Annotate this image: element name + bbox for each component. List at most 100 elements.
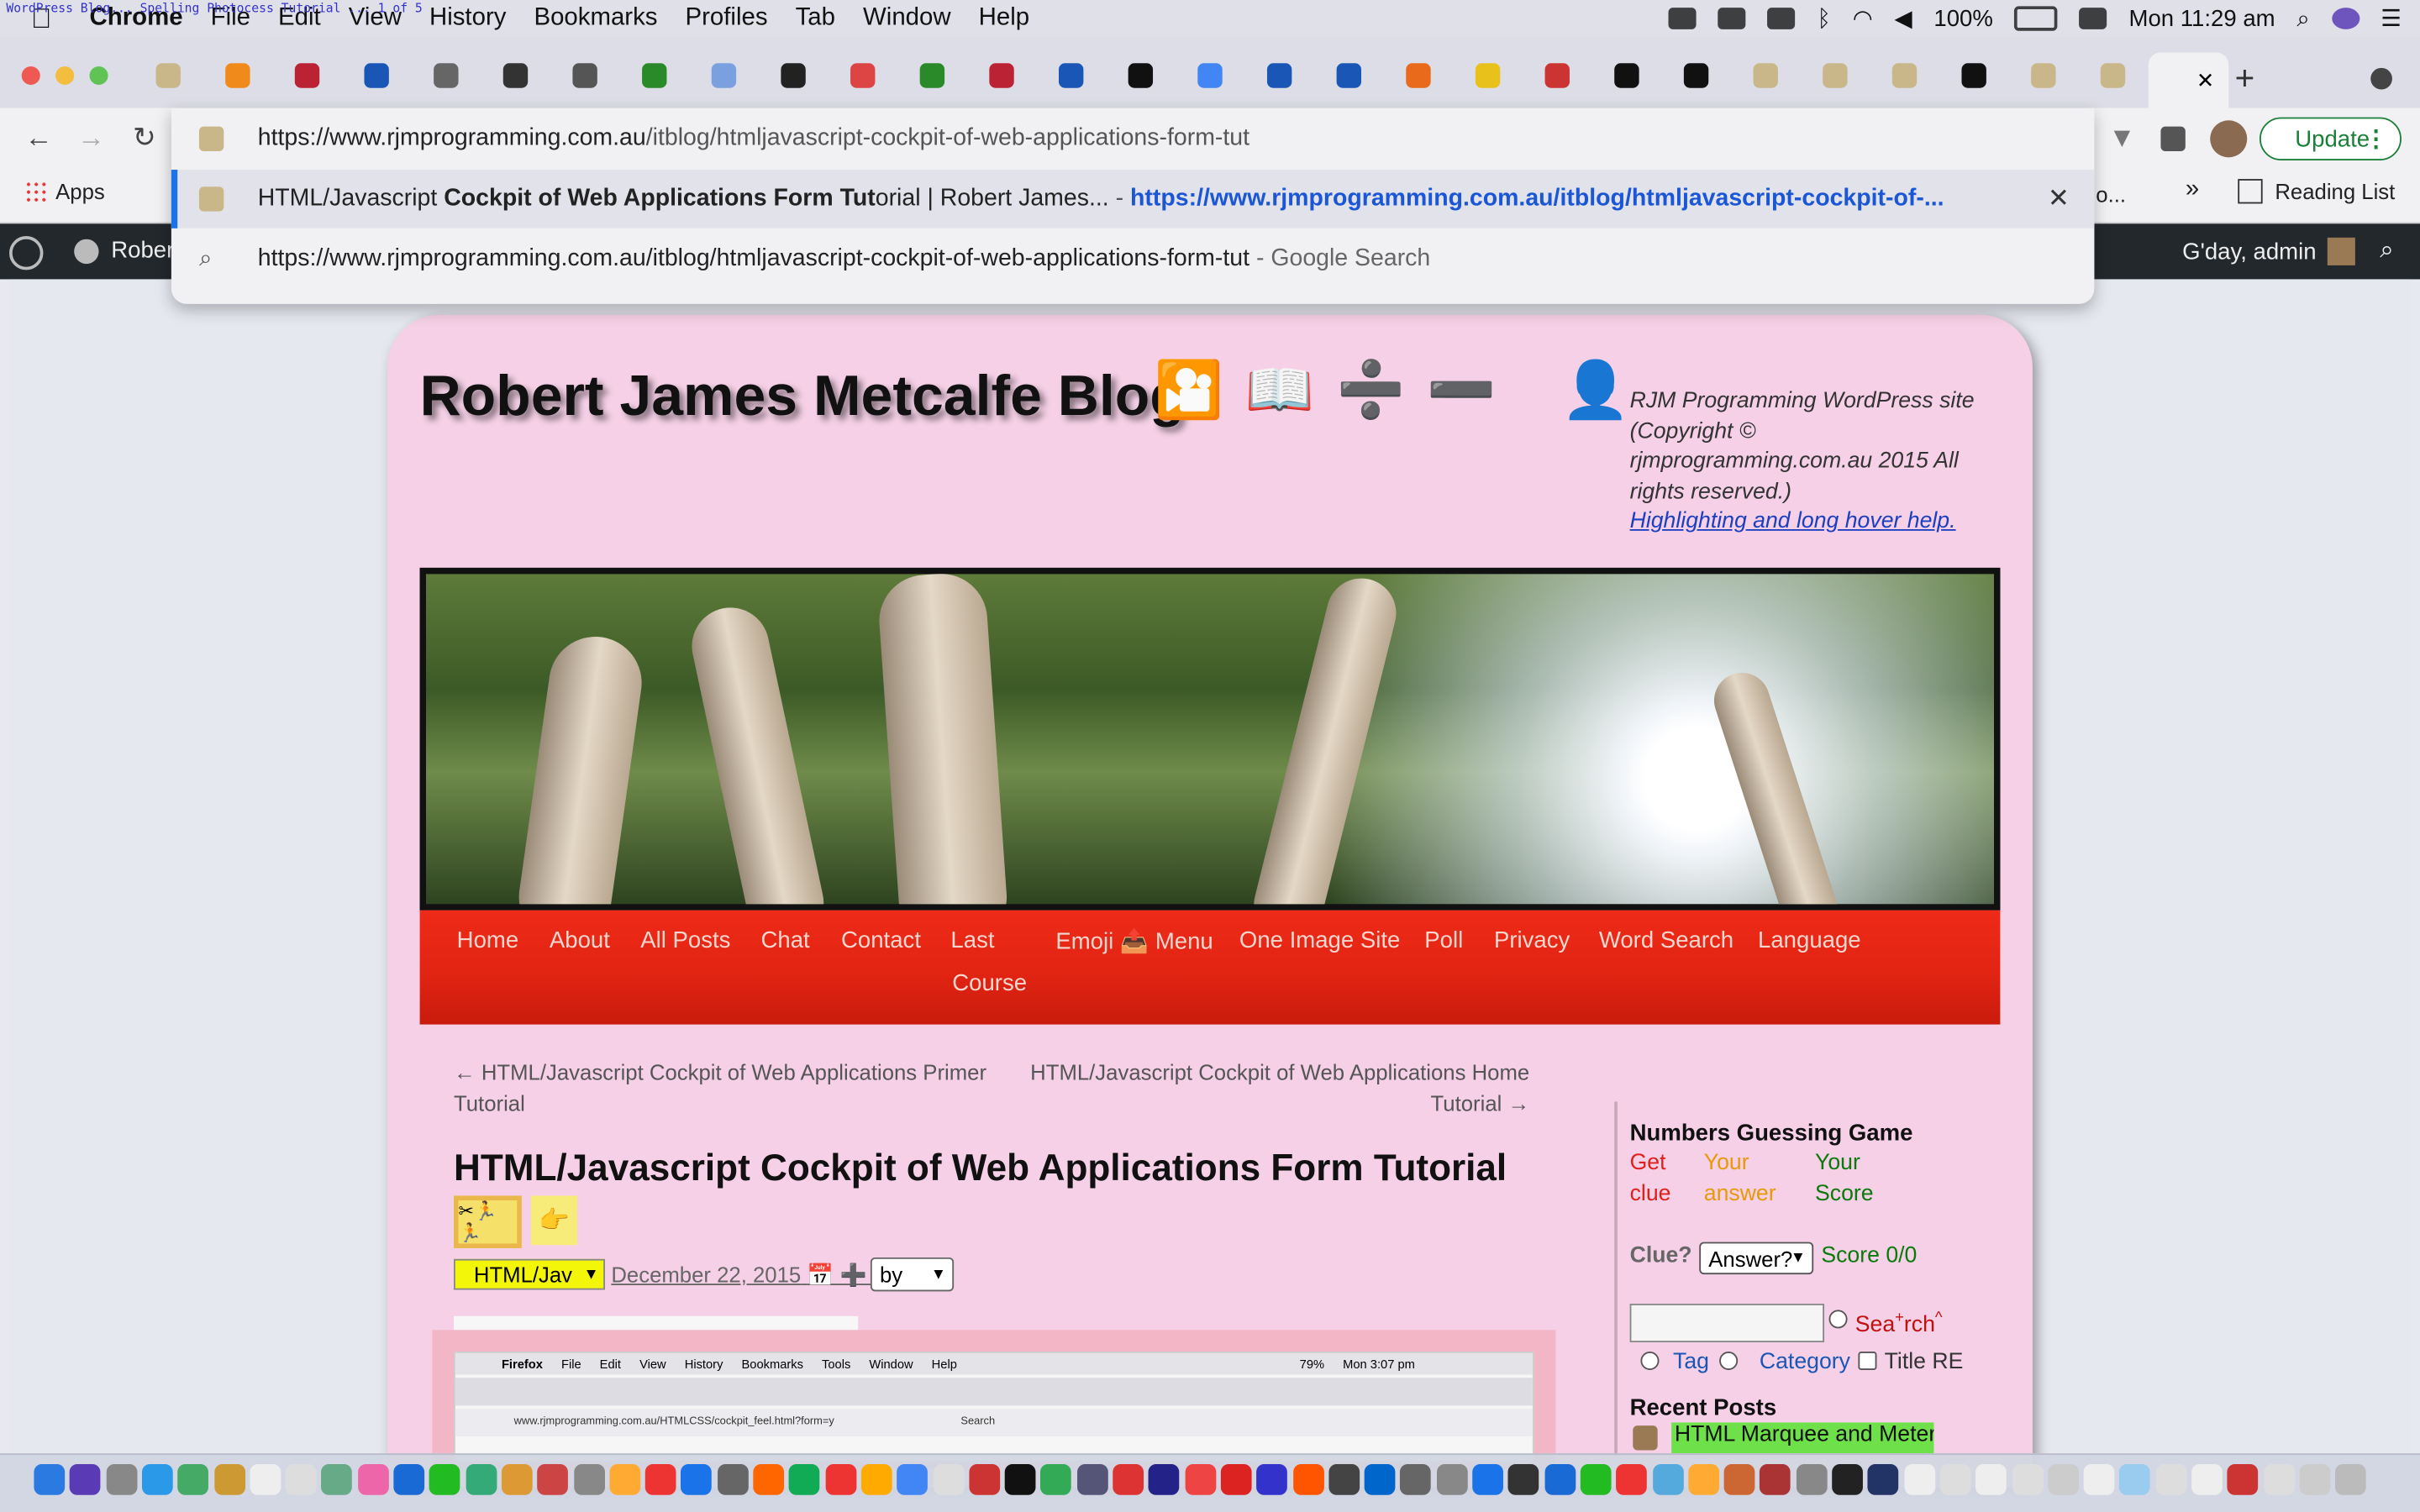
dock-app-icon[interactable] bbox=[177, 1464, 209, 1495]
dock-app-icon[interactable] bbox=[1076, 1464, 1108, 1495]
menu-bookmarks[interactable]: Bookmarks bbox=[534, 5, 657, 33]
extensions-icon[interactable] bbox=[2160, 126, 2186, 151]
reading-list-button[interactable]: Reading List bbox=[2238, 179, 2395, 204]
dock-app-icon[interactable] bbox=[1040, 1464, 1072, 1495]
address-input[interactable]: https://www.rjmprogramming.com.au/itblog… bbox=[258, 125, 1249, 153]
dock-app-icon[interactable] bbox=[2047, 1464, 2079, 1495]
dock-app-icon[interactable] bbox=[393, 1464, 425, 1495]
new-tab-button[interactable]: + bbox=[2235, 59, 2255, 99]
dock-app-icon[interactable] bbox=[1832, 1464, 1863, 1495]
book-icon[interactable]: 📖 bbox=[1245, 358, 1314, 423]
browser-tab[interactable] bbox=[1525, 52, 1590, 98]
pointing-hand-icon[interactable]: 👉 bbox=[530, 1195, 577, 1246]
browser-tab[interactable] bbox=[1455, 52, 1520, 98]
dock-app-icon[interactable] bbox=[1328, 1464, 1360, 1495]
spotlight-icon[interactable]: ⌕ bbox=[2296, 5, 2309, 31]
tab-search-button[interactable] bbox=[2370, 67, 2392, 90]
minimize-window-button[interactable] bbox=[55, 66, 75, 86]
dock-app-icon[interactable] bbox=[2299, 1464, 2331, 1495]
dock-app-icon[interactable] bbox=[2012, 1464, 2043, 1495]
title-re-checkbox[interactable] bbox=[1858, 1351, 1877, 1371]
dock-app-icon[interactable] bbox=[1508, 1464, 1539, 1495]
dock-app-icon[interactable] bbox=[1760, 1464, 1791, 1495]
browser-tab[interactable] bbox=[761, 52, 826, 98]
nav-contact[interactable]: Contact bbox=[841, 927, 921, 953]
dock-app-icon[interactable] bbox=[1975, 1464, 2007, 1495]
wp-greeting[interactable]: G'day, admin bbox=[2182, 239, 2316, 265]
more-menu-icon[interactable]: ⋮ bbox=[2365, 125, 2388, 153]
airplay-icon[interactable] bbox=[1767, 8, 1796, 29]
nav-poll[interactable]: Poll bbox=[1424, 927, 1463, 953]
dock-app-icon[interactable] bbox=[1723, 1464, 1755, 1495]
nav-chat[interactable]: Chat bbox=[761, 927, 810, 953]
dock-app-icon[interactable] bbox=[70, 1464, 101, 1495]
recent-post-link[interactable]: HTML Marquee and Meter bbox=[1671, 1422, 1934, 1454]
nav-all-posts[interactable]: All Posts bbox=[640, 927, 730, 953]
dock-app-icon[interactable] bbox=[1472, 1464, 1503, 1495]
dock-app-icon[interactable] bbox=[1544, 1464, 1576, 1495]
browser-tab[interactable] bbox=[1733, 52, 1798, 98]
browser-tab[interactable] bbox=[1039, 52, 1103, 98]
browser-tab[interactable] bbox=[692, 52, 756, 98]
keyboard-icon[interactable] bbox=[2079, 8, 2107, 29]
menu-history[interactable]: History bbox=[429, 5, 506, 33]
dock-app-icon[interactable] bbox=[1652, 1464, 1683, 1495]
control-center-icon[interactable]: ☰ bbox=[2381, 5, 2402, 32]
dock-app-icon[interactable] bbox=[2227, 1464, 2259, 1495]
browser-tab[interactable] bbox=[969, 52, 1034, 98]
dock-app-icon[interactable] bbox=[2119, 1464, 2151, 1495]
browser-tab[interactable] bbox=[2011, 52, 2075, 98]
get-clue-link[interactable]: Get clue bbox=[1630, 1149, 1671, 1210]
browser-tab[interactable] bbox=[900, 52, 965, 98]
remove-suggestion-icon[interactable]: ✕ bbox=[2048, 184, 2070, 215]
dock-app-icon[interactable] bbox=[573, 1464, 605, 1495]
browser-tab[interactable] bbox=[1247, 52, 1312, 98]
dock-app-icon[interactable] bbox=[644, 1464, 676, 1495]
nav-about[interactable]: About bbox=[550, 927, 610, 953]
dock-app-icon[interactable] bbox=[1004, 1464, 1036, 1495]
dock-app-icon[interactable] bbox=[429, 1464, 460, 1495]
dock-app-icon[interactable] bbox=[1113, 1464, 1144, 1495]
browser-tab[interactable] bbox=[1386, 52, 1450, 98]
extension-v-icon[interactable]: ▼ bbox=[2108, 122, 2136, 155]
dock-app-icon[interactable] bbox=[2191, 1464, 2223, 1495]
menu-window[interactable]: Window bbox=[863, 5, 951, 33]
dock-app-icon[interactable] bbox=[2083, 1464, 2115, 1495]
nav-emoji-menu[interactable]: Emoji 📤 Menu bbox=[1055, 927, 1213, 955]
dock-app-icon[interactable] bbox=[753, 1464, 785, 1495]
divide-icon[interactable]: ➗ bbox=[1336, 358, 1405, 423]
dock-app-icon[interactable] bbox=[105, 1464, 137, 1495]
dock-app-icon[interactable] bbox=[1436, 1464, 1468, 1495]
dock-app-icon[interactable] bbox=[1580, 1464, 1612, 1495]
browser-tab[interactable] bbox=[1664, 52, 1728, 98]
nav-last[interactable]: Last bbox=[950, 927, 994, 953]
wifi-icon[interactable]: ◠ bbox=[1853, 5, 1873, 32]
dock-app-icon[interactable] bbox=[1688, 1464, 1719, 1495]
close-tab-icon[interactable]: ✕ bbox=[2196, 67, 2215, 93]
browser-tab[interactable] bbox=[136, 52, 201, 98]
dock-app-icon[interactable] bbox=[34, 1464, 66, 1495]
browser-tab[interactable] bbox=[205, 52, 270, 98]
answer-select[interactable]: Answer? ▼ bbox=[1699, 1242, 1814, 1275]
dock-app-icon[interactable] bbox=[2263, 1464, 2295, 1495]
address-bar[interactable]: https://www.rjmprogramming.com.au/itblog… bbox=[171, 109, 2095, 168]
browser-tab[interactable] bbox=[2081, 52, 2145, 98]
browser-tab[interactable] bbox=[413, 52, 478, 98]
browser-tab[interactable] bbox=[830, 52, 895, 98]
browser-tab-active[interactable]: ✕ bbox=[2148, 52, 2229, 108]
status-malwarebytes-icon[interactable] bbox=[1718, 8, 1746, 29]
dock-app-icon[interactable] bbox=[681, 1464, 713, 1495]
close-window-button[interactable] bbox=[21, 66, 40, 86]
help-link[interactable]: Highlighting and long hover help. bbox=[1630, 509, 1956, 533]
menu-tab[interactable]: Tab bbox=[796, 5, 835, 33]
dock-app-icon[interactable] bbox=[717, 1464, 749, 1495]
dock-app-icon[interactable] bbox=[2155, 1464, 2187, 1495]
browser-tab[interactable] bbox=[1317, 52, 1381, 98]
zoom-window-button[interactable] bbox=[89, 66, 108, 86]
dock-app-icon[interactable] bbox=[789, 1464, 820, 1495]
battery-percent[interactable]: 100% bbox=[1933, 5, 1992, 31]
browser-tab[interactable] bbox=[1177, 52, 1242, 98]
dock-app-icon[interactable] bbox=[213, 1464, 245, 1495]
siri-icon[interactable] bbox=[2331, 8, 2360, 29]
browser-tab[interactable] bbox=[553, 52, 618, 98]
